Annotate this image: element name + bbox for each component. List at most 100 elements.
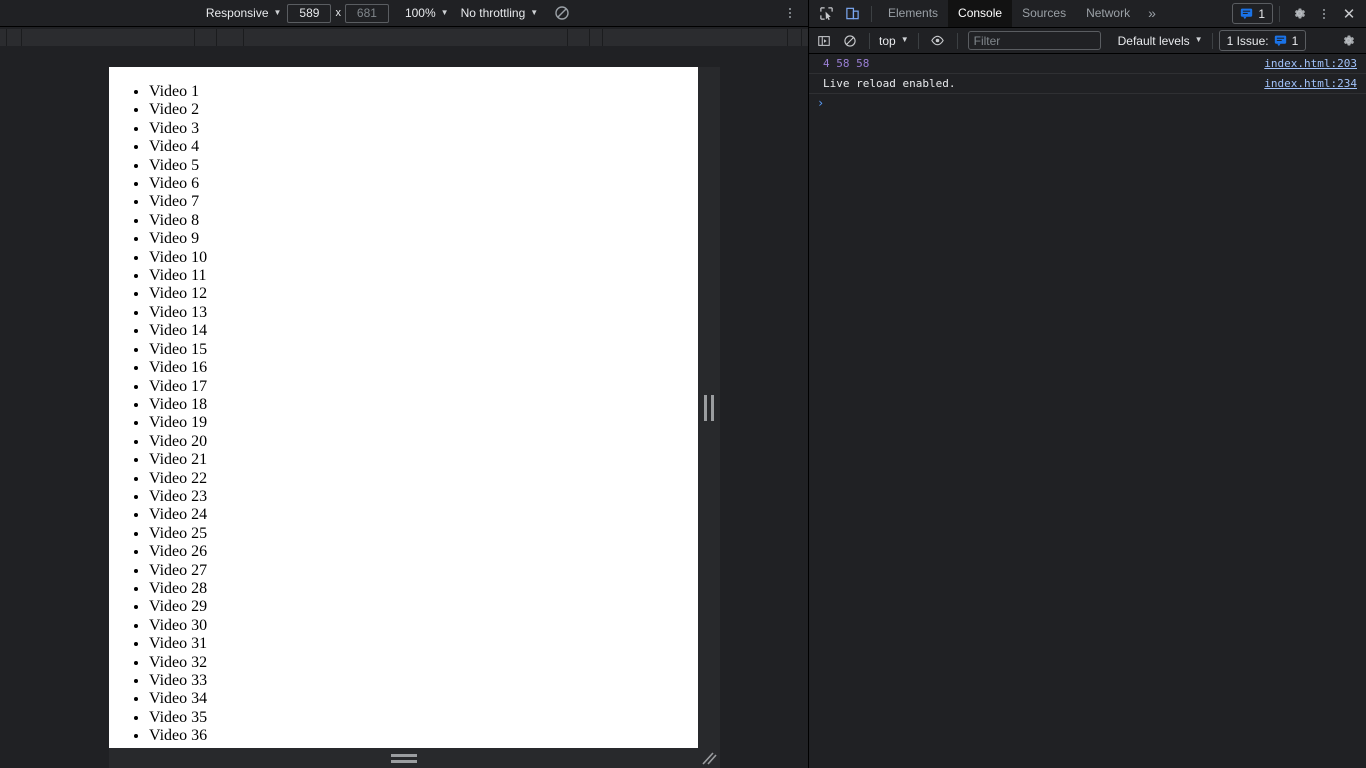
rendered-page[interactable]: Video 1Video 2Video 3Video 4Video 5Video… xyxy=(109,67,698,748)
device-mode-toolbar: Responsive ▼ x 100% ▼ No throttling ▼ xyxy=(0,0,808,27)
console-levels-select[interactable]: Default levels ▼ xyxy=(1115,34,1206,48)
video-list-item: Video 20 xyxy=(149,433,698,451)
ruler-tick xyxy=(602,29,603,46)
viewport-width-resize-handle[interactable] xyxy=(698,67,720,748)
viewport-corner-resize-handle[interactable] xyxy=(698,748,720,768)
console-toolbar: top ▼ Default levels ▼ 1 Issue: xyxy=(809,28,1366,54)
console-sidebar-icon[interactable] xyxy=(811,28,837,54)
gear-icon[interactable] xyxy=(1286,1,1312,27)
tabbar-divider xyxy=(871,5,872,22)
ruler-tick xyxy=(194,29,195,46)
kebab-dot xyxy=(1323,8,1325,11)
ruler-tick xyxy=(243,29,244,46)
video-list-item: Video 34 xyxy=(149,690,698,708)
device-select-label: Responsive xyxy=(205,5,269,20)
throttling-select[interactable]: No throttling ▼ xyxy=(459,0,541,27)
ruler-tick xyxy=(21,29,22,46)
console-levels-label: Default levels xyxy=(1117,33,1190,48)
console-issues-label: 1 Issue: xyxy=(1226,33,1269,48)
console-filter-input[interactable] xyxy=(967,31,1101,50)
issues-badge-count: 1 xyxy=(1258,6,1265,21)
prompt-chevron-icon: › xyxy=(817,96,825,110)
video-list-item: Video 5 xyxy=(149,157,698,175)
chevron-down-icon: ▼ xyxy=(900,35,909,44)
video-list-item: Video 15 xyxy=(149,341,698,359)
console-toolbar-divider xyxy=(1211,32,1213,49)
resize-grip xyxy=(390,753,417,763)
video-list: Video 1Video 2Video 3Video 4Video 5Video… xyxy=(109,83,698,746)
tab-network[interactable]: Network xyxy=(1076,0,1140,27)
device-toolbar-icon[interactable] xyxy=(839,1,865,27)
no-throttling-blocked-icon[interactable] xyxy=(550,1,574,25)
console-message-source-link[interactable]: index.html:203 xyxy=(1264,57,1357,70)
video-list-item: Video 21 xyxy=(149,451,698,469)
video-list-item: Video 27 xyxy=(149,562,698,580)
console-message-row[interactable]: 4 58 58 index.html:203 xyxy=(809,54,1366,74)
video-list-item: Video 22 xyxy=(149,470,698,488)
ruler-tick xyxy=(589,29,590,46)
clear-console-icon[interactable] xyxy=(837,28,863,54)
console-toolbar-divider xyxy=(869,32,870,49)
console-context-select[interactable]: top ▼ xyxy=(876,34,912,48)
video-list-item: Video 14 xyxy=(149,322,698,340)
console-message-text: Live reload enabled. xyxy=(823,77,956,90)
viewport-height-resize-handle[interactable] xyxy=(109,748,698,768)
console-message-text: 4 58 58 xyxy=(823,57,870,70)
devtools-window: Responsive ▼ x 100% ▼ No throttling ▼ xyxy=(0,0,1366,768)
console-message-source-link[interactable]: index.html:234 xyxy=(1264,77,1357,90)
grip-bar xyxy=(704,394,707,421)
devtools-tabbar: Elements Console Sources Network » 1 ✕ xyxy=(809,0,1366,28)
kebab-dot xyxy=(789,16,791,18)
throttling-select-label: No throttling xyxy=(460,5,526,20)
device-toolbar-more-options-icon[interactable] xyxy=(778,1,802,25)
dimension-separator: x xyxy=(335,7,341,19)
chevron-down-icon: ▼ xyxy=(440,7,449,17)
video-list-item: Video 6 xyxy=(149,175,698,193)
video-list-item: Video 4 xyxy=(149,138,698,156)
issue-speech-icon xyxy=(1241,8,1253,20)
video-list-item: Video 1 xyxy=(149,83,698,101)
video-list-item: Video 3 xyxy=(149,120,698,138)
kebab-dot xyxy=(1323,12,1325,15)
ruler-tick xyxy=(216,29,217,46)
viewport-width-input[interactable] xyxy=(287,3,332,23)
viewport-height-input[interactable] xyxy=(344,3,389,23)
grip-bar xyxy=(390,759,417,763)
video-list-item: Video 33 xyxy=(149,672,698,690)
issue-speech-icon xyxy=(1274,35,1286,47)
video-list-item: Video 10 xyxy=(149,249,698,267)
zoom-select[interactable]: 100% ▼ xyxy=(403,0,451,27)
media-query-ruler[interactable] xyxy=(0,28,808,47)
console-message-list[interactable]: 4 58 58 index.html:203 Live reload enabled… xyxy=(809,54,1366,768)
video-list-item: Video 9 xyxy=(149,230,698,248)
console-toolbar-divider xyxy=(917,32,919,49)
tab-elements[interactable]: Elements xyxy=(878,0,948,27)
video-list-item: Video 8 xyxy=(149,212,698,230)
console-settings-gear-icon[interactable] xyxy=(1335,28,1361,54)
device-emulation-pane: Responsive ▼ x 100% ▼ No throttling ▼ xyxy=(0,0,808,768)
console-message-row[interactable]: Live reload enabled. index.html:234 xyxy=(809,74,1366,94)
close-icon[interactable]: ✕ xyxy=(1336,1,1362,27)
tab-sources[interactable]: Sources xyxy=(1012,0,1076,27)
more-tabs-icon[interactable]: » xyxy=(1140,0,1164,27)
video-list-item: Video 26 xyxy=(149,543,698,561)
video-list-item: Video 11 xyxy=(149,267,698,285)
console-prompt[interactable]: › xyxy=(809,94,1366,114)
video-list-item: Video 24 xyxy=(149,506,698,524)
tab-console[interactable]: Console xyxy=(948,0,1013,27)
console-issues-button[interactable]: 1 Issue: 1 xyxy=(1218,30,1307,51)
device-select[interactable]: Responsive ▼ xyxy=(204,0,284,27)
inspect-element-icon[interactable] xyxy=(813,1,839,27)
video-list-item: Video 23 xyxy=(149,488,698,506)
video-list-item: Video 16 xyxy=(149,359,698,377)
video-list-item: Video 18 xyxy=(149,396,698,414)
video-list-item: Video 30 xyxy=(149,617,698,635)
devtools-more-options-icon[interactable] xyxy=(1312,2,1336,26)
video-list-item: Video 32 xyxy=(149,654,698,672)
issues-badge[interactable]: 1 xyxy=(1232,3,1273,24)
video-list-item: Video 35 xyxy=(149,709,698,727)
video-list-item: Video 29 xyxy=(149,598,698,616)
video-list-item: Video 36 xyxy=(149,727,698,745)
live-expression-icon[interactable] xyxy=(925,28,951,54)
zoom-select-label: 100% xyxy=(404,5,436,20)
